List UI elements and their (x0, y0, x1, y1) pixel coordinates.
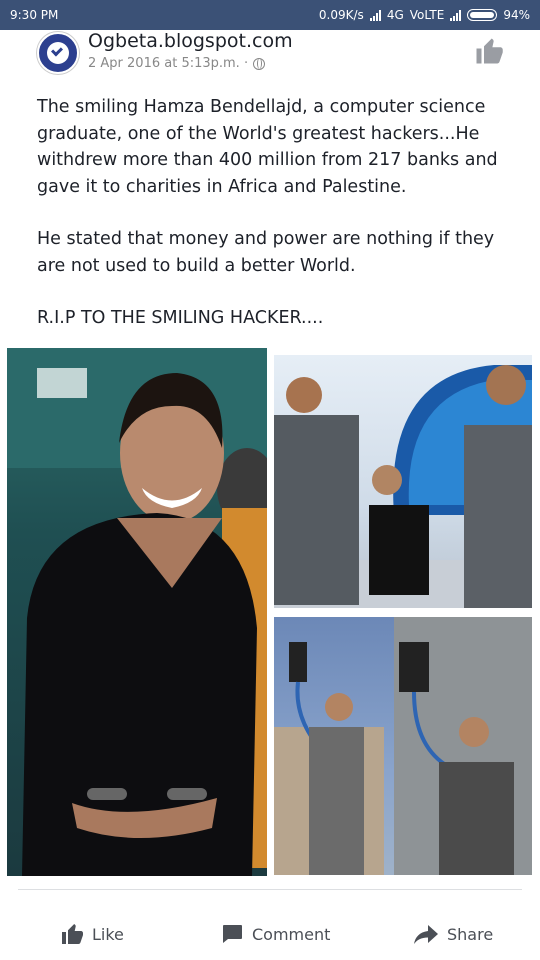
action-divider (18, 889, 522, 890)
page-avatar[interactable] (37, 32, 79, 74)
share-label: Share (447, 924, 494, 944)
status-time: 9:30 PM (10, 8, 59, 22)
photo-top-right-illustration (274, 365, 532, 608)
comment-icon (223, 925, 242, 943)
volte-label: VoLTE (409, 8, 445, 22)
signal-icon-2 (450, 9, 462, 21)
page-like-button[interactable] (474, 36, 504, 66)
like-button[interactable]: Like (60, 922, 124, 946)
share-arrow-icon (414, 925, 438, 944)
thumbs-up-icon (62, 924, 83, 944)
comment-button[interactable]: Comment (220, 922, 330, 946)
globe-icon (253, 57, 266, 70)
thumbs-up-icon (476, 38, 503, 64)
post-photo-bottom-right[interactable] (274, 617, 532, 875)
post-meta: 2 Apr 2016 at 5:13p.m. · (88, 56, 266, 71)
post-photo-main[interactable] (7, 348, 267, 876)
photo-main-illustration (7, 348, 267, 876)
like-label: Like (92, 924, 124, 944)
post-paragraph-3: R.I.P TO THE SMILING HACKER.... (37, 308, 324, 328)
page-name[interactable]: Ogbeta.blogspot.com (88, 30, 293, 52)
post-text: The smiling Hamza Bendellajd, a computer… (37, 94, 507, 358)
status-bar: 9:30 PM 0.09K/s 4G VoLTE 94% (0, 0, 540, 30)
signal-icon (369, 9, 381, 21)
network-speed: 0.09K/s (318, 8, 364, 22)
network-type: 4G (386, 8, 404, 22)
photo-bottom-right-illustration (274, 617, 532, 875)
post-paragraph-1: The smiling Hamza Bendellajd, a computer… (37, 97, 498, 197)
battery-icon (467, 9, 498, 21)
battery-level: 94% (503, 8, 530, 22)
post-paragraph-2: He stated that money and power are nothi… (37, 229, 495, 276)
share-button[interactable]: Share (413, 922, 493, 946)
post-photo-top-right[interactable] (274, 355, 532, 608)
comment-label: Comment (252, 924, 331, 944)
status-indicators: 0.09K/s 4G VoLTE 94% (319, 8, 530, 22)
post-timestamp[interactable]: 2 Apr 2016 at 5:13p.m. · (88, 56, 248, 71)
